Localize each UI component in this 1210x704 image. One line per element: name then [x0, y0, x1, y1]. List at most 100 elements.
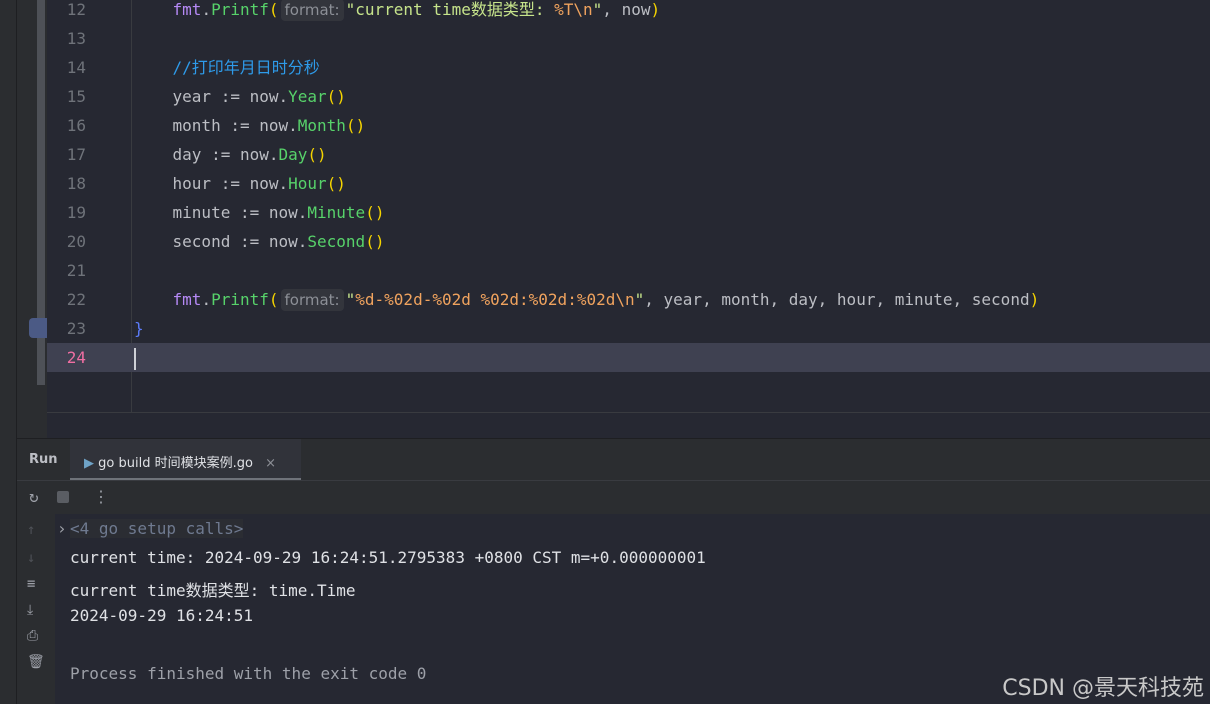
bookmark-marker — [29, 318, 47, 338]
code-line[interactable]: 13 — [47, 24, 1210, 53]
code-token: () — [307, 145, 327, 164]
code-token: fmt — [172, 290, 202, 309]
code-line[interactable]: 20 second := now.Second() — [47, 227, 1210, 256]
line-number[interactable]: 17 — [47, 140, 86, 169]
code-token: () — [365, 232, 385, 251]
code-token: () — [326, 87, 346, 106]
code-token: %d-%02d-%02d %02d:%02d:%02d\n — [355, 290, 635, 309]
code-token: "current time数据类型: — [345, 0, 555, 19]
more-icon[interactable]: ⋮ — [93, 487, 109, 506]
code-token: , year, month, day, hour, minute, second — [644, 290, 1030, 309]
scroll-to-end-icon[interactable]: ⤓ — [27, 602, 33, 618]
line-number[interactable]: 12 — [47, 0, 86, 24]
line-text: //打印年月日时分秒 — [134, 53, 320, 82]
setup-calls[interactable]: <4 go setup calls> — [70, 519, 244, 538]
exit-message: Process finished with the exit code 0 — [70, 664, 427, 683]
line-number[interactable]: 14 — [47, 53, 86, 82]
code-token: Year — [288, 87, 327, 106]
code-token: %T\n — [554, 0, 593, 19]
stop-icon[interactable] — [57, 491, 69, 503]
code-token: , now — [602, 0, 651, 19]
code-token: } — [134, 319, 144, 338]
print-icon[interactable]: ⎙ — [27, 628, 38, 644]
line-text: year := now.Year() — [134, 82, 346, 111]
code-token: day := now. — [134, 145, 279, 164]
editor-bottom — [47, 412, 1210, 438]
code-token: Hour — [288, 174, 327, 193]
line-number[interactable]: 16 — [47, 111, 86, 140]
code-token: year := now. — [134, 87, 289, 106]
code-token: Minute — [307, 203, 366, 222]
code-token: Day — [278, 145, 308, 164]
line-text: minute := now.Minute() — [134, 198, 385, 227]
code-token: fmt — [172, 0, 202, 19]
run-toolbar: ↻ ⋮ — [17, 480, 1210, 514]
code-line[interactable]: 17 day := now.Day() — [47, 140, 1210, 169]
line-number[interactable]: 15 — [47, 82, 86, 111]
soft-wrap-icon[interactable]: ≡ — [27, 576, 35, 592]
code-token: month := now. — [134, 116, 298, 135]
code-token: ( — [268, 290, 279, 309]
code-token: ) — [1029, 290, 1040, 309]
code-token: () — [365, 203, 385, 222]
line-number[interactable]: 23 — [47, 314, 86, 343]
expand-chevron-icon[interactable]: › — [57, 519, 67, 538]
code-token: minute := now. — [134, 203, 308, 222]
code-line[interactable]: 23} — [47, 314, 1210, 343]
line-number[interactable]: 18 — [47, 169, 86, 198]
rerun-icon[interactable]: ↻ — [29, 487, 39, 506]
code-token: . — [201, 0, 212, 19]
code-token: //打印年月日时分秒 — [172, 58, 320, 77]
code-line[interactable]: 24 — [47, 343, 1210, 372]
line-number[interactable]: 13 — [47, 24, 86, 53]
code-token: Printf — [211, 0, 269, 19]
line-text: fmt.Printf(format: "%d-%02d-%02d %02d:%02… — [134, 285, 1039, 315]
code-token: () — [345, 116, 366, 135]
code-token: Printf — [211, 290, 269, 309]
output-line: current time: 2024-09-29 16:24:51.279538… — [70, 548, 706, 567]
code-token: " — [345, 290, 356, 309]
line-text: hour := now.Hour() — [134, 169, 346, 198]
close-icon[interactable]: × — [265, 456, 276, 471]
parameter-hint: format: — [280, 289, 344, 311]
code-line[interactable]: 16 month := now.Month() — [47, 111, 1210, 140]
text-caret — [134, 347, 136, 370]
go-build-icon: ▶ — [84, 456, 94, 471]
code-editor[interactable]: 12 fmt.Printf(format: "current time数据类型: … — [47, 0, 1210, 372]
code-token: " — [592, 0, 603, 19]
line-text: fmt.Printf(format: "current time数据类型: %T\… — [134, 0, 660, 25]
line-number[interactable]: 24 — [47, 343, 86, 372]
run-config-tab[interactable]: ▶ go build 时间模块案例.go × — [70, 439, 301, 480]
code-token: second := now. — [134, 232, 308, 251]
code-line[interactable]: 18 hour := now.Hour() — [47, 169, 1210, 198]
code-line[interactable]: 15 year := now.Year() — [47, 82, 1210, 111]
line-number[interactable]: 21 — [47, 256, 86, 285]
code-line[interactable]: 21 — [47, 256, 1210, 285]
line-text: second := now.Second() — [134, 227, 385, 256]
line-text: day := now.Day() — [134, 140, 327, 169]
code-line[interactable]: 14 //打印年月日时分秒 — [47, 53, 1210, 82]
line-number[interactable]: 20 — [47, 227, 86, 256]
code-token: " — [634, 290, 645, 309]
line-text — [134, 343, 136, 372]
code-line[interactable]: 19 minute := now.Minute() — [47, 198, 1210, 227]
line-text: } — [134, 314, 144, 343]
line-number[interactable]: 22 — [47, 285, 86, 314]
trash-icon[interactable]: 🗑 — [27, 654, 45, 670]
run-tab-bar: Run ▶ go build 时间模块案例.go × — [17, 438, 1210, 480]
code-token: () — [326, 174, 346, 193]
down-icon[interactable]: ↓ — [27, 550, 35, 566]
parameter-hint: format: — [280, 0, 344, 21]
output-line: current time数据类型: time.Time — [70, 581, 356, 600]
code-token: Second — [307, 232, 366, 251]
up-icon[interactable]: ↑ — [27, 522, 35, 538]
code-line[interactable]: 12 fmt.Printf(format: "current time数据类型: … — [47, 0, 1210, 24]
line-text: month := now.Month() — [134, 111, 366, 140]
line-number[interactable]: 19 — [47, 198, 86, 227]
left-tool-strip — [0, 0, 17, 704]
code-token: Month — [297, 116, 346, 135]
code-token: ( — [268, 0, 279, 19]
code-line[interactable]: 22 fmt.Printf(format: "%d-%02d-%02d %02d:… — [47, 285, 1210, 314]
